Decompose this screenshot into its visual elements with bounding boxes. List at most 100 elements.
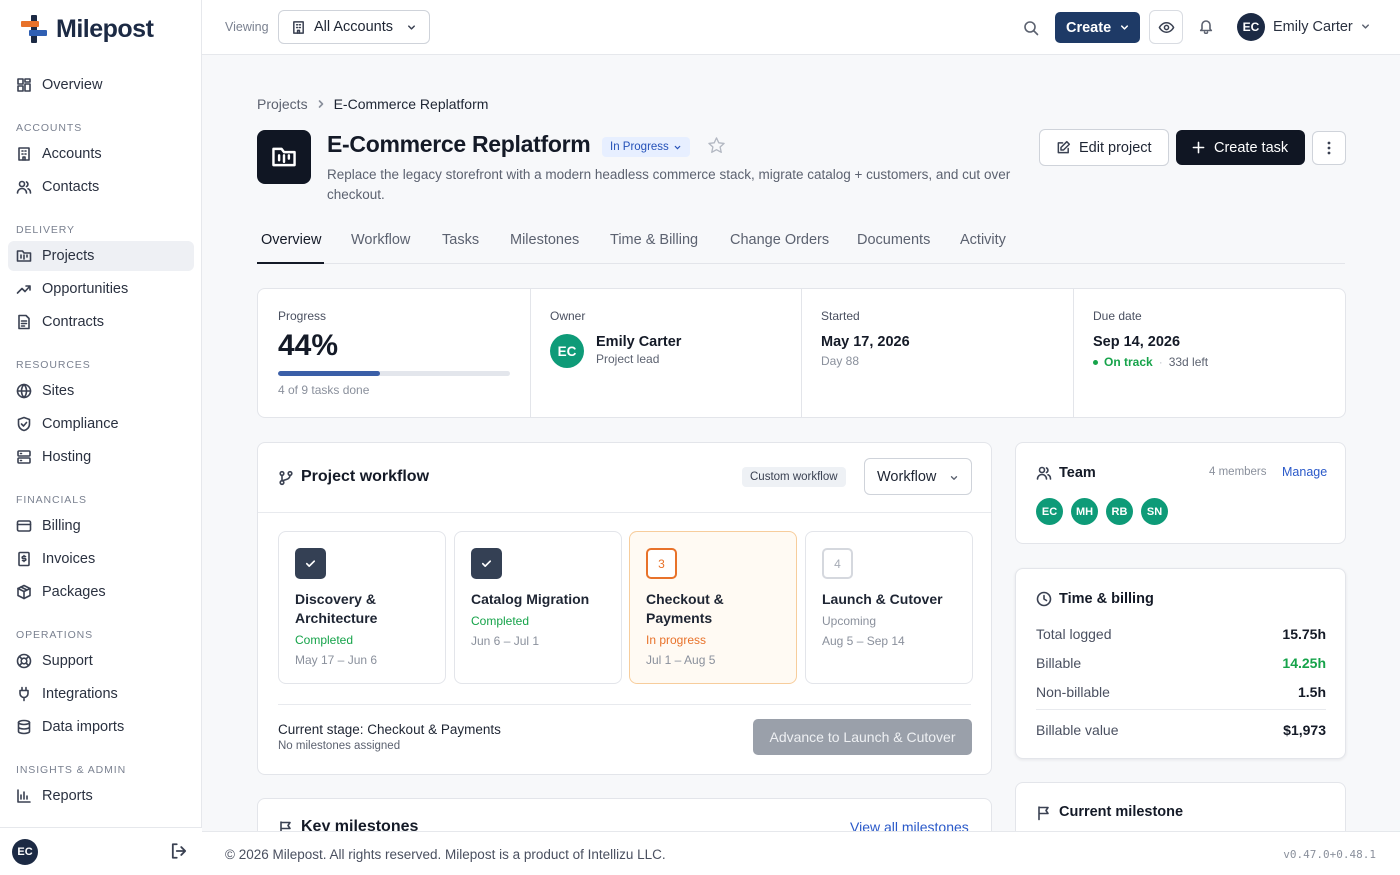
workflow-stage[interactable]: Discovery & Architecture Completed May 1… — [278, 531, 446, 684]
sidebar-item-overview[interactable]: Overview — [8, 70, 194, 100]
due-status: On track · 33d left — [1093, 355, 1208, 369]
check-icon — [481, 560, 492, 567]
version-label: v0.47.0+0.48.1 — [1283, 848, 1376, 861]
stage-status: Upcoming — [822, 614, 877, 628]
breadcrumb-current: E-Commerce Replatform — [333, 96, 489, 112]
owner-role: Project lead — [596, 352, 660, 366]
git-branch-icon — [279, 470, 293, 486]
breadcrumb-projects[interactable]: Projects — [257, 96, 308, 112]
stage-status: In progress — [646, 633, 707, 647]
tab-milestones[interactable]: Milestones — [510, 232, 579, 248]
users-icon — [16, 180, 32, 194]
building-icon — [293, 20, 304, 34]
project-tabs: Overview Workflow Tasks Milestones Time … — [257, 228, 1345, 264]
bar-chart-icon — [17, 789, 31, 803]
sidebar: Milepost Overview ACCOUNTS Accounts Cont… — [0, 0, 202, 875]
sidebar-item-sites[interactable]: Sites — [8, 376, 194, 406]
sidebar-item-contracts[interactable]: Contracts — [8, 307, 194, 337]
tab-documents[interactable]: Documents — [857, 232, 930, 248]
brand-logo[interactable]: Milepost — [18, 12, 154, 46]
due-date: Sep 14, 2026 — [1093, 334, 1181, 350]
tab-time-billing[interactable]: Time & Billing — [610, 232, 698, 248]
edit-project-button[interactable]: Edit project — [1039, 129, 1169, 166]
advance-stage-button[interactable]: Advance to Launch & Cutover — [753, 719, 972, 755]
database-icon — [17, 719, 31, 735]
sidebar-item-accounts[interactable]: Accounts — [8, 139, 194, 169]
manage-team-link[interactable]: Manage — [1282, 465, 1327, 479]
stage-dates: Jun 6 – Jul 1 — [471, 634, 540, 648]
user-avatar[interactable]: EC — [1237, 13, 1265, 41]
more-vertical-icon — [1327, 141, 1331, 155]
project-workflow-card: Project workflow Custom workflow Workflo… — [257, 442, 992, 775]
workflow-select[interactable]: Workflow — [864, 458, 972, 495]
plug-icon — [19, 686, 29, 702]
nav-section-resources: RESOURCES — [16, 359, 91, 371]
folder-kanban-icon — [16, 250, 32, 262]
stage-check — [295, 548, 326, 579]
user-name[interactable]: Emily Carter — [1273, 19, 1353, 35]
chevron-down-icon[interactable] — [1360, 21, 1371, 32]
account-select[interactable]: All Accounts — [278, 10, 430, 44]
team-count: 4 members — [1209, 466, 1267, 478]
sidebar-item-invoices[interactable]: Invoices — [8, 544, 194, 574]
sidebar-item-compliance[interactable]: Compliance — [8, 409, 194, 439]
preview-button[interactable] — [1149, 10, 1183, 44]
current-milestone-title: Current milestone — [1059, 804, 1184, 820]
project-icon — [257, 130, 311, 184]
tab-change-orders[interactable]: Change Orders — [730, 232, 829, 248]
started-sub: Day 88 — [821, 354, 860, 368]
milepost-logo-icon — [21, 15, 47, 43]
status-badge[interactable]: In Progress — [602, 137, 690, 157]
sidebar-footer: EC — [0, 827, 202, 875]
nav-section-insights-admin: INSIGHTS & ADMIN — [16, 764, 127, 776]
bell-icon[interactable] — [1198, 18, 1214, 34]
chevron-down-icon — [950, 476, 958, 480]
stats-panel: Progress 44% 4 of 9 tasks done Owner EC … — [257, 288, 1346, 418]
project-description: Replace the legacy storefront with a mod… — [327, 167, 1011, 202]
sidebar-item-projects[interactable]: Projects — [8, 241, 194, 271]
tab-activity[interactable]: Activity — [960, 232, 1006, 248]
copyright-text: © 2026 Milepost. All rights reserved. Mi… — [225, 847, 666, 862]
stat-due: Due date Sep 14, 2026 On track · 33d left — [1093, 309, 1209, 369]
tab-workflow[interactable]: Workflow — [351, 232, 410, 248]
more-actions-button[interactable] — [1312, 131, 1346, 165]
started-date: May 17, 2026 — [821, 334, 910, 350]
star-icon[interactable] — [707, 136, 726, 155]
sidebar-item-packages[interactable]: Packages — [8, 577, 194, 607]
team-member-avatar[interactable]: SN — [1141, 498, 1168, 525]
create-task-button[interactable]: Create task — [1176, 130, 1305, 165]
server-icon — [17, 450, 31, 464]
workflow-stage-current[interactable]: 3 Checkout & Payments In progress Jul 1 … — [629, 531, 797, 684]
sidebar-item-support[interactable]: Support — [8, 646, 194, 676]
workflow-stage[interactable]: Catalog Migration Completed Jun 6 – Jul … — [454, 531, 622, 684]
sidebar-item-reports[interactable]: Reports — [8, 781, 194, 811]
stage-dates: Aug 5 – Sep 14 — [822, 634, 905, 648]
current-stage-label: Current stage: Checkout & Payments — [278, 722, 501, 737]
team-member-avatar[interactable]: RB — [1106, 498, 1133, 525]
logout-icon[interactable] — [170, 842, 188, 860]
progress-value: 44% — [278, 329, 339, 362]
nav-section-operations: OPERATIONS — [16, 629, 94, 641]
search-icon[interactable] — [1022, 19, 1040, 37]
sidebar-item-data-imports[interactable]: Data imports — [8, 712, 194, 742]
tab-overview[interactable]: Overview — [261, 232, 321, 248]
grid-icon — [17, 78, 31, 92]
avatar[interactable]: EC — [12, 839, 38, 865]
sidebar-item-hosting[interactable]: Hosting — [8, 442, 194, 472]
team-member-avatar[interactable]: MH — [1071, 498, 1098, 525]
credit-card-icon — [16, 520, 32, 532]
sidebar-item-billing[interactable]: Billing — [8, 511, 194, 541]
sidebar-item-integrations[interactable]: Integrations — [8, 679, 194, 709]
create-button[interactable]: Create — [1055, 12, 1140, 43]
stage-dates: Jul 1 – Aug 5 — [646, 653, 716, 667]
sidebar-item-contacts[interactable]: Contacts — [8, 172, 194, 202]
globe-icon — [16, 383, 32, 399]
team-title: Team — [1059, 465, 1096, 481]
workflow-stage[interactable]: 4 Launch & Cutover Upcoming Aug 5 – Sep … — [805, 531, 973, 684]
tab-tasks[interactable]: Tasks — [442, 232, 479, 248]
nav-section-delivery: DELIVERY — [16, 224, 75, 236]
owner-avatar[interactable]: EC — [550, 334, 584, 368]
team-member-avatar[interactable]: EC — [1036, 498, 1063, 525]
sidebar-item-opportunities[interactable]: Opportunities — [8, 274, 194, 304]
brand-name: Milepost — [56, 14, 154, 43]
